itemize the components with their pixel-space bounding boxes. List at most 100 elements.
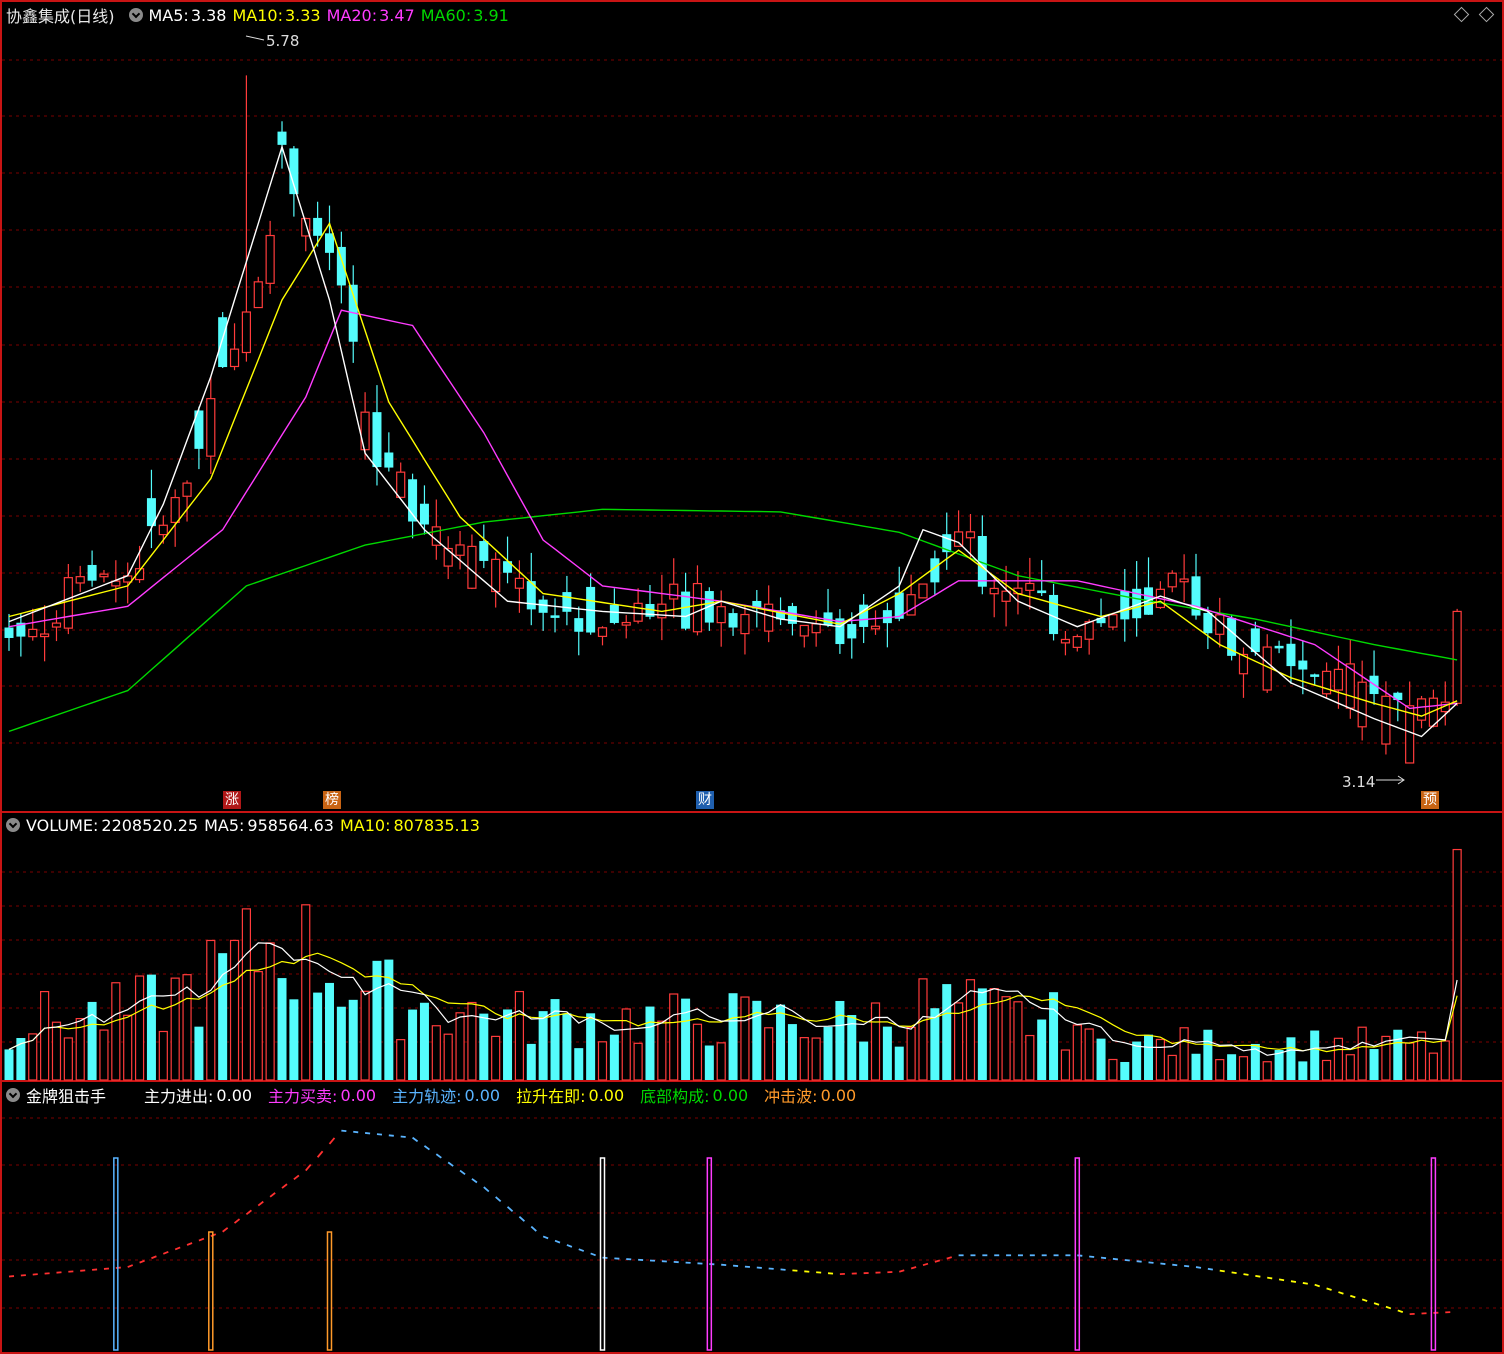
stock-chart-window: 协鑫集成(日线) MA5: 3.38 MA10: 3.33 MA20: 3.47… xyxy=(0,0,1504,1354)
candle-body xyxy=(1025,582,1035,591)
indicator-dash xyxy=(1314,1283,1320,1288)
volume-bar xyxy=(669,993,679,1081)
volume-ma5-value: 958564.63 xyxy=(247,815,334,835)
volume-bar xyxy=(1001,996,1011,1081)
panel-frames xyxy=(0,0,1504,1354)
indicator-dash xyxy=(530,1225,537,1232)
candle-body xyxy=(1452,610,1462,704)
volume-bar xyxy=(823,1026,833,1080)
volume-bar xyxy=(1167,1054,1177,1081)
candle-body xyxy=(621,621,631,626)
volume-bar xyxy=(1025,1034,1035,1081)
indicator-dash xyxy=(186,1242,193,1246)
indicator-dash xyxy=(400,1135,406,1138)
volume-bar xyxy=(918,978,928,1081)
indicator-dash xyxy=(423,1145,430,1151)
volume-bar xyxy=(111,982,121,1081)
volume-bar xyxy=(586,1013,596,1080)
volume-bar xyxy=(1298,1061,1308,1080)
indicator-dash xyxy=(1136,1260,1142,1263)
candle-body xyxy=(1381,695,1391,745)
event-tag-forecast[interactable]: 预 xyxy=(1421,791,1439,809)
candle-body xyxy=(1274,645,1284,649)
volume-bar xyxy=(455,1012,465,1081)
ma20-line xyxy=(8,309,1458,710)
indicator-dash xyxy=(1172,1263,1178,1267)
volume-bar xyxy=(336,1006,346,1080)
indicator-dash xyxy=(1207,1267,1214,1271)
candle-body xyxy=(455,544,465,556)
volume-bar xyxy=(1345,1054,1355,1081)
indicator-dash xyxy=(222,1227,229,1233)
indicator-dash xyxy=(1255,1274,1261,1278)
indicator-signal-bar xyxy=(326,1231,333,1351)
indicator-signal-bar xyxy=(599,1157,606,1351)
volume-bar xyxy=(965,979,976,1081)
candle-body xyxy=(799,624,809,637)
volume-bar xyxy=(1333,1037,1344,1081)
event-tag-ranking[interactable]: 榜 xyxy=(323,791,341,809)
volume-value: 2208520.25 xyxy=(101,815,199,835)
indicator-dash xyxy=(435,1153,442,1159)
volume-bar xyxy=(1440,1040,1450,1081)
candle-body xyxy=(1203,612,1213,634)
indicator-item-value: 0.00 xyxy=(712,1085,749,1105)
indicator-item-value: 0.00 xyxy=(340,1085,377,1105)
volume-bar xyxy=(645,1006,655,1080)
indicator-dash xyxy=(1350,1294,1356,1299)
event-tag-text: 涨 xyxy=(225,792,239,808)
indicator-dash xyxy=(281,1183,288,1189)
chevron-down-icon[interactable] xyxy=(6,1088,20,1102)
indicator-name[interactable]: 金牌狙击手 xyxy=(26,1083,106,1107)
event-tag-finance[interactable]: 财 xyxy=(696,791,714,809)
indicator-header: 金牌狙击手 主力进出: 0.00 主力买卖: 0.00 主力轨迹: 0.00 拉… xyxy=(0,1081,862,1109)
indicator-dash xyxy=(376,1133,383,1136)
indicator-dash xyxy=(447,1161,454,1167)
volume-bar xyxy=(1393,1029,1403,1080)
volume-bar xyxy=(87,1001,97,1080)
volume-header: VOLUME: 2208520.25 MA5: 958564.63 MA10: … xyxy=(0,811,486,839)
event-tag-text: 预 xyxy=(1423,792,1437,808)
volume-bar xyxy=(597,1041,608,1081)
candle-body xyxy=(1167,572,1177,588)
indicator-dash xyxy=(946,1256,952,1260)
volume-bar xyxy=(301,904,311,1081)
candle-body xyxy=(1072,635,1082,648)
candle-body xyxy=(1179,578,1189,583)
volume-ma5-label: MA5: xyxy=(204,815,245,835)
indicator-dash xyxy=(1302,1282,1308,1285)
volume-bar xyxy=(764,1027,774,1081)
candle-body xyxy=(989,587,999,595)
indicator-dash xyxy=(1124,1259,1130,1262)
candle-body xyxy=(75,576,85,584)
volume-bar xyxy=(1049,992,1059,1080)
chevron-down-icon[interactable] xyxy=(6,818,20,832)
indicator-dash xyxy=(471,1178,478,1184)
candle-body xyxy=(479,541,489,561)
indicator-item-label: 主力轨迹: xyxy=(392,1087,462,1106)
candle-body xyxy=(1108,614,1118,628)
volume-bar xyxy=(799,1037,809,1081)
chart-canvas: 5.78 3.14 xyxy=(0,0,1504,1354)
candle-body xyxy=(313,217,323,236)
volume-bar xyxy=(953,1002,964,1081)
candle-body xyxy=(277,131,287,145)
volume-bar xyxy=(158,1030,168,1081)
high-price-arrow xyxy=(245,35,265,41)
event-tag-limit-up[interactable]: 涨 xyxy=(223,791,241,809)
candle-body xyxy=(206,398,216,457)
indicator-dash xyxy=(1338,1291,1344,1295)
candle-body xyxy=(1310,674,1320,677)
volume-bar xyxy=(1452,848,1462,1081)
candlesticks[interactable] xyxy=(4,75,1462,764)
volume-bar xyxy=(503,1009,513,1080)
volume-bar xyxy=(740,996,750,1081)
indicator-dash xyxy=(910,1266,917,1270)
volume-bar xyxy=(134,975,145,1081)
volume-bar xyxy=(4,1049,14,1080)
indicator-dash xyxy=(257,1200,264,1207)
volume-bar xyxy=(289,999,299,1080)
indicator-plot xyxy=(8,1129,1451,1351)
candle-body xyxy=(218,317,228,368)
candle-body xyxy=(324,233,334,253)
